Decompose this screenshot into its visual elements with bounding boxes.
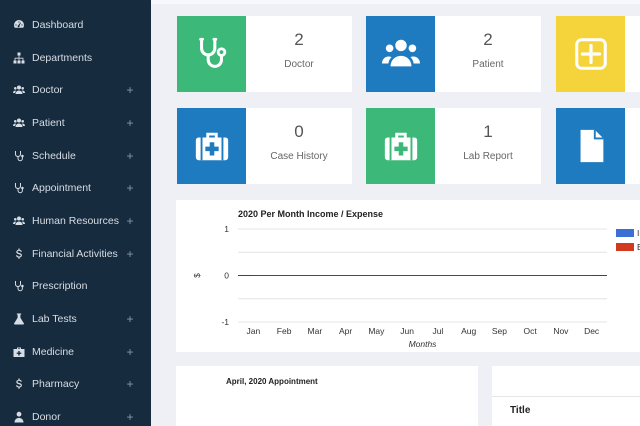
- income-expense-chart: 2020 Per Month Income / Expense 1 0 -1 $ Jan F…: [193, 209, 640, 349]
- sidebar-item-label: Appointment: [32, 182, 91, 194]
- sidebar-item-label: Schedule: [32, 150, 76, 162]
- users-icon: [13, 215, 25, 227]
- stat-count: 0: [294, 122, 304, 141]
- x-tick-label: May: [368, 326, 385, 336]
- x-axis-label: Months: [409, 339, 438, 349]
- stat-label: Doctor: [284, 59, 314, 70]
- sidebar-item-label: Doctor: [32, 84, 63, 96]
- sidebar-item-pharmacy[interactable]: Pharmacy +: [0, 368, 151, 400]
- dashboard-icon: [13, 19, 25, 31]
- sidebar-item-label: Donor: [32, 411, 61, 423]
- appointment-panel-title: April, 2020 Appointment: [226, 377, 318, 386]
- chart-title: 2020 Per Month Income / Expense: [238, 209, 383, 219]
- medkit-icon: [177, 108, 246, 184]
- sidebar-item-doctor[interactable]: Doctor +: [0, 74, 151, 106]
- stat-count: 2: [294, 30, 304, 49]
- stat-label: Patient: [472, 59, 504, 70]
- user-icon: [13, 411, 25, 423]
- sidebar-item-label: Pharmacy: [32, 378, 80, 390]
- divider: [492, 396, 640, 397]
- x-tick-label: Jun: [400, 326, 414, 336]
- flask-icon: [13, 313, 25, 325]
- sidebar-item-label: Patient: [32, 117, 65, 129]
- legend-swatch: [616, 229, 634, 237]
- file-icon: [556, 108, 625, 184]
- users-icon: [13, 117, 25, 129]
- sidebar-item-departments[interactable]: Departments: [0, 42, 151, 74]
- x-tick-label: Jul: [432, 326, 443, 336]
- stat-count: 2: [483, 30, 493, 49]
- dollar-icon: [13, 378, 25, 390]
- sidebar-item-label: Departments: [32, 52, 93, 64]
- users-icon: [366, 16, 435, 92]
- card-6-stat-card[interactable]: [556, 108, 640, 184]
- dollar-icon: [13, 248, 25, 260]
- case-history-stat-card[interactable]: 0 Case History: [177, 108, 352, 184]
- sidebar-item-label: Financial Activities: [32, 248, 118, 260]
- x-tick-label: Nov: [553, 326, 569, 336]
- expand-plus-icon[interactable]: +: [124, 214, 136, 228]
- patient-stat-card[interactable]: 2 Patient: [366, 16, 541, 92]
- expand-plus-icon[interactable]: +: [124, 377, 136, 391]
- plus-square-icon: [556, 16, 625, 92]
- stethoscope-icon: [13, 150, 25, 162]
- y-tick-label: 1: [224, 224, 229, 234]
- expand-plus-icon[interactable]: +: [124, 83, 136, 97]
- sidebar-item-financial-activities[interactable]: Financial Activities +: [0, 238, 151, 270]
- x-tick-label: Jan: [247, 326, 261, 336]
- expand-plus-icon[interactable]: +: [124, 247, 136, 261]
- y-tick-label: -1: [221, 317, 229, 327]
- expand-plus-icon[interactable]: +: [124, 312, 136, 326]
- side-panel: Title: [492, 366, 640, 426]
- stat-count: 1: [483, 122, 493, 141]
- card-3-stat-card[interactable]: [556, 16, 640, 92]
- x-tick-label: Aug: [461, 326, 476, 336]
- stat-label: Case History: [270, 151, 328, 162]
- x-tick-label: Apr: [339, 326, 352, 336]
- stethoscope-icon: [13, 182, 25, 194]
- sidebar-item-donor[interactable]: Donor +: [0, 401, 151, 426]
- y-axis-label: $: [193, 273, 202, 278]
- sidebar: Dashboard Departments Doctor + Patient + Sched…: [0, 0, 151, 426]
- medkit-icon: [366, 108, 435, 184]
- sidebar-item-dashboard[interactable]: Dashboard: [0, 9, 151, 41]
- expand-plus-icon[interactable]: +: [124, 181, 136, 195]
- stethoscope-icon: [13, 280, 25, 292]
- users-icon: [13, 84, 25, 96]
- sidebar-item-prescription[interactable]: Prescription: [0, 270, 151, 302]
- doctor-stat-card[interactable]: 2 Doctor: [177, 16, 352, 92]
- expand-plus-icon[interactable]: +: [124, 410, 136, 424]
- sidebar-item-lab-tests[interactable]: Lab Tests +: [0, 303, 151, 335]
- sidebar-item-human-resources[interactable]: Human Resources +: [0, 205, 151, 237]
- sidebar-item-schedule[interactable]: Schedule +: [0, 140, 151, 172]
- x-tick-label: Feb: [277, 326, 292, 336]
- stethoscope-icon: [177, 16, 246, 92]
- expand-plus-icon[interactable]: +: [124, 116, 136, 130]
- appointment-panel: April, 2020 Appointment: [176, 366, 478, 426]
- x-tick-label: Mar: [308, 326, 323, 336]
- x-tick-label: Oct: [524, 326, 538, 336]
- x-tick-label: Sep: [492, 326, 507, 336]
- sidebar-item-patient[interactable]: Patient +: [0, 107, 151, 139]
- sitemap-icon: [13, 52, 25, 64]
- stat-label: Lab Report: [463, 151, 513, 162]
- lab-report-stat-card[interactable]: 1 Lab Report: [366, 108, 541, 184]
- sidebar-item-label: Human Resources: [32, 215, 119, 227]
- top-strip: [151, 0, 640, 4]
- sidebar-item-appointment[interactable]: Appointment +: [0, 172, 151, 204]
- sidebar-item-label: Lab Tests: [32, 313, 77, 325]
- y-tick-label: 0: [224, 271, 229, 281]
- side-panel-title: Title: [510, 405, 531, 416]
- expand-plus-icon[interactable]: +: [124, 149, 136, 163]
- medkit-icon: [13, 346, 25, 358]
- sidebar-item-label: Dashboard: [32, 19, 84, 31]
- x-tick-label: Dec: [584, 326, 600, 336]
- sidebar-item-medicine[interactable]: Medicine +: [0, 336, 151, 368]
- sidebar-item-label: Medicine: [32, 346, 75, 358]
- legend-swatch: [616, 243, 634, 251]
- sidebar-item-label: Prescription: [32, 280, 88, 292]
- income-expense-chart-panel: 2020 Per Month Income / Expense 1 0 -1 $ Jan F…: [176, 200, 640, 352]
- expand-plus-icon[interactable]: +: [124, 345, 136, 359]
